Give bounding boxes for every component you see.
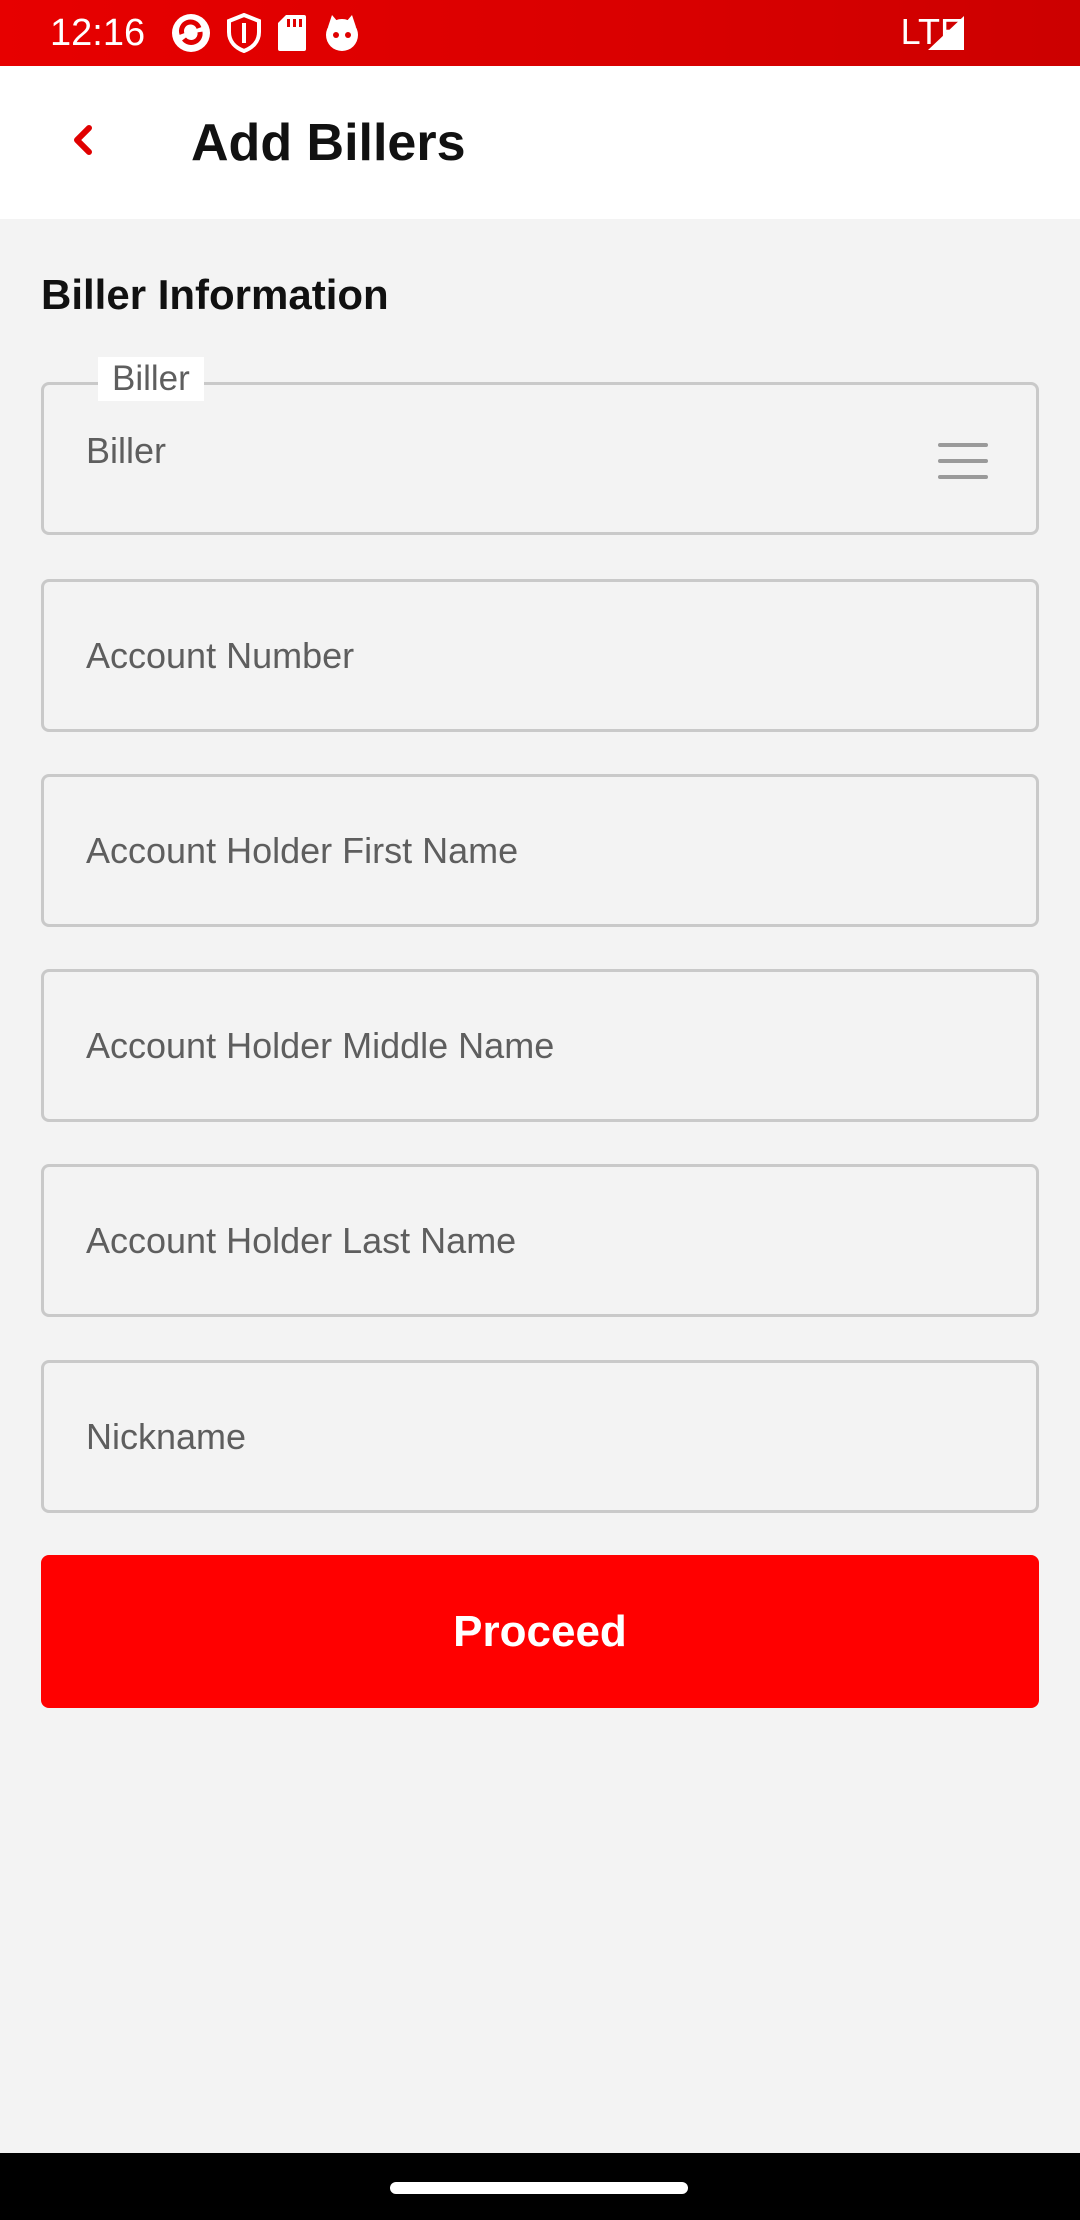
back-button[interactable]	[50, 110, 114, 174]
status-icons	[170, 13, 362, 53]
chevron-left-icon	[67, 120, 97, 165]
page-title: Add Billers	[191, 114, 466, 172]
biller-select[interactable]: Biller Biller	[41, 357, 1039, 535]
shield-icon	[226, 13, 262, 53]
signal-triangle-icon	[928, 16, 964, 55]
biller-select-value: Biller	[86, 429, 167, 471]
last-name-field[interactable]: Account Holder Last Name	[41, 1164, 1039, 1317]
status-time: 12:16	[50, 12, 146, 54]
middle-name-field[interactable]: Account Holder Middle Name	[41, 969, 1039, 1122]
menu-icon[interactable]	[938, 443, 988, 479]
nickname-field[interactable]: Nickname	[41, 1360, 1039, 1513]
account-number-placeholder: Account Number	[86, 634, 355, 676]
cat-icon	[322, 13, 362, 53]
middle-name-placeholder: Account Holder Middle Name	[86, 1024, 555, 1066]
home-gesture-handle[interactable]	[390, 2182, 688, 2194]
account-number-field[interactable]: Account Number	[41, 579, 1039, 732]
section-title: Biller Information	[41, 271, 389, 318]
nickname-placeholder: Nickname	[86, 1415, 247, 1457]
sd-card-icon	[276, 13, 308, 53]
first-name-placeholder: Account Holder First Name	[86, 829, 519, 871]
proceed-button[interactable]: Proceed	[41, 1555, 1039, 1708]
system-navigation-bar	[0, 2153, 1080, 2220]
first-name-field[interactable]: Account Holder First Name	[41, 774, 1039, 927]
last-name-placeholder: Account Holder Last Name	[86, 1219, 517, 1261]
app-bar: Add Billers	[0, 66, 1080, 219]
status-bar: 12:16 LTE	[0, 0, 1080, 66]
sync-icon	[170, 12, 212, 54]
